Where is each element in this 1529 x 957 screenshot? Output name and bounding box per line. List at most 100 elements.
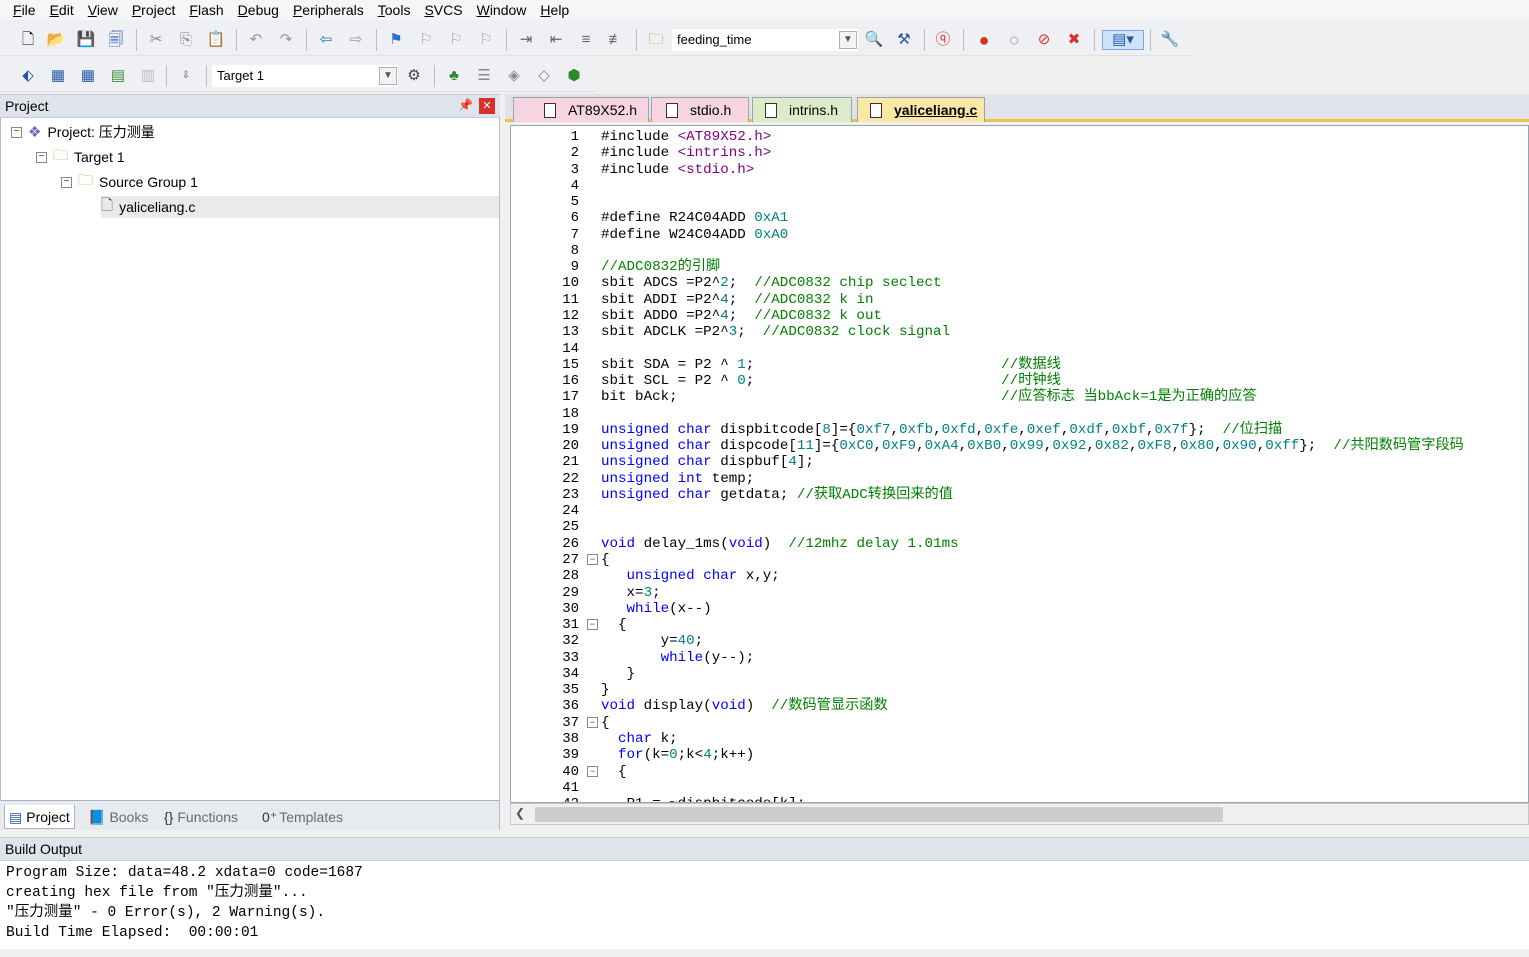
tab-intrins-h[interactable]: intrins.h bbox=[752, 97, 852, 122]
chevron-down-icon[interactable]: ▼ bbox=[379, 67, 397, 85]
window-layout-icon[interactable]: ▤▾ bbox=[1102, 30, 1144, 50]
code-line[interactable]: unsigned char getdata; //获取ADC转换回来的值 bbox=[601, 487, 953, 503]
tab-books[interactable]: 📘 Books bbox=[84, 805, 152, 829]
cut-icon[interactable]: ✂ bbox=[146, 30, 166, 50]
stop-build-icon[interactable]: ▥ bbox=[138, 66, 158, 86]
menu-item-project[interactable]: Project bbox=[125, 0, 183, 20]
menu-item-file[interactable]: File bbox=[6, 0, 43, 20]
rebuild-icon[interactable]: ▦ bbox=[78, 66, 98, 86]
code-line[interactable]: sbit ADDO =P2^4; //ADC0832 k out bbox=[601, 308, 882, 324]
scroll-left-icon[interactable]: ❮ bbox=[515, 806, 525, 820]
menu-item-view[interactable]: View bbox=[81, 0, 125, 20]
code-line[interactable]: { bbox=[601, 552, 610, 568]
bookmark-next-icon[interactable]: ⚐ bbox=[446, 30, 466, 50]
tree-node-target[interactable]: − 🗀 Target 1 bbox=[36, 146, 125, 168]
code-line[interactable]: while(x--) bbox=[601, 601, 712, 617]
collapse-icon[interactable]: − bbox=[36, 151, 47, 163]
breakpoint-icon[interactable]: ● bbox=[974, 30, 994, 50]
code-line[interactable]: sbit ADCS =P2^2; //ADC0832 chip seclect bbox=[601, 275, 942, 291]
target-options-icon[interactable]: ⚙ bbox=[404, 66, 424, 86]
collapse-icon[interactable]: − bbox=[11, 126, 22, 138]
pin-icon[interactable]: 📌 bbox=[458, 98, 473, 112]
menu-item-peripherals[interactable]: Peripherals bbox=[286, 0, 371, 20]
fold-toggle-icon[interactable]: − bbox=[587, 554, 598, 566]
unindent-icon[interactable]: ⇤ bbox=[546, 30, 566, 50]
chevron-down-icon[interactable]: ▼ bbox=[839, 31, 857, 49]
save-all-icon[interactable]: 🗐 bbox=[106, 30, 126, 50]
tree-node-source-group[interactable]: − 🗀 Source Group 1 bbox=[61, 171, 198, 193]
tab-stdio-h[interactable]: stdio.h bbox=[651, 97, 749, 122]
code-line[interactable]: unsigned int temp; bbox=[601, 471, 754, 487]
breakpoint-disable-icon[interactable]: ○ bbox=[1004, 30, 1024, 50]
redo-icon[interactable]: ↷ bbox=[276, 30, 296, 50]
code-line[interactable]: //ADC0832的引脚 bbox=[601, 259, 720, 275]
horizontal-scrollbar[interactable]: ❮ bbox=[510, 803, 1529, 825]
tab-functions[interactable]: {} Functions bbox=[160, 805, 242, 829]
code-line[interactable]: P1 = ~dispbitcode[k]; bbox=[601, 796, 806, 802]
save-icon[interactable]: 💾 bbox=[76, 30, 96, 50]
fold-toggle-icon[interactable]: − bbox=[587, 619, 598, 631]
comment-icon[interactable]: ≡ bbox=[576, 30, 596, 50]
code-line[interactable]: { bbox=[601, 764, 627, 780]
target-combo[interactable]: Target 1 ▼ bbox=[212, 65, 398, 87]
fold-toggle-icon[interactable]: − bbox=[587, 765, 598, 777]
code-line[interactable]: void delay_1ms(void) //12mhz delay 1.01m… bbox=[601, 536, 959, 552]
code-line[interactable]: } bbox=[601, 682, 610, 698]
close-icon[interactable]: ✕ bbox=[479, 98, 495, 114]
code-line[interactable]: #include <intrins.h> bbox=[601, 145, 771, 161]
code-line[interactable]: bit bAck; //应答标志 当bbAck=1是为正确的应答 bbox=[601, 389, 1257, 405]
code-line[interactable]: #include <stdio.h> bbox=[601, 162, 754, 178]
select-packs-icon[interactable]: ◈ bbox=[504, 66, 524, 86]
open-folder-icon[interactable]: 📂 bbox=[46, 30, 66, 50]
manage-components-icon[interactable]: ♣ bbox=[444, 66, 464, 86]
tab-yaliceliang-c[interactable]: yaliceliang.c bbox=[857, 97, 985, 122]
code-editor[interactable]: 1 2 3 4 5 6 7 8 9 10 11 12 13 14 15 16 17 18 19 20 21 22 23 24 2… bbox=[510, 125, 1529, 803]
code-line[interactable]: #include <AT89X52.h> bbox=[601, 129, 771, 145]
code-line[interactable]: #define W24C04ADD 0xA0 bbox=[601, 227, 788, 243]
code-line[interactable]: sbit ADDI =P2^4; //ADC0832 k in bbox=[601, 292, 873, 308]
menu-item-flash[interactable]: Flash bbox=[182, 0, 230, 20]
collapse-icon[interactable]: − bbox=[61, 176, 72, 188]
code-line[interactable]: unsigned char dispbuf[4]; bbox=[601, 454, 814, 470]
tree-node-file[interactable]: 🗋 yaliceliang.c bbox=[101, 196, 499, 218]
scrollbar-thumb[interactable] bbox=[535, 807, 1223, 822]
code-line[interactable]: sbit ADCLK =P2^3; //ADC0832 clock signal bbox=[601, 324, 950, 340]
tree-node-project[interactable]: − ❖ Project: 压力测量 bbox=[11, 121, 155, 143]
uncomment-icon[interactable]: ≢ bbox=[606, 30, 626, 50]
menu-item-svcs[interactable]: SVCS bbox=[417, 0, 469, 20]
configure-icon[interactable]: 🔧 bbox=[1160, 30, 1180, 50]
fold-toggle-icon[interactable]: − bbox=[587, 716, 598, 728]
build-icon[interactable]: ▦ bbox=[48, 66, 68, 86]
code-line[interactable]: sbit SCL = P2 ^ 0; //时钟线 bbox=[601, 373, 1061, 389]
tab-project[interactable]: ▤ Project bbox=[4, 805, 75, 829]
code-line[interactable]: sbit SDA = P2 ^ 1; //数据线 bbox=[601, 357, 1061, 373]
bookmark-prev-icon[interactable]: ⚐ bbox=[416, 30, 436, 50]
nav-forward-icon[interactable]: ⇨ bbox=[346, 30, 366, 50]
manage-run-time-icon[interactable]: ☰ bbox=[474, 66, 494, 86]
breakpoint-kill-icon[interactable]: ⊘ bbox=[1034, 30, 1054, 50]
pack-installer-icon[interactable]: ◇ bbox=[534, 66, 554, 86]
nav-back-icon[interactable]: ⇦ bbox=[316, 30, 336, 50]
code-line[interactable]: unsigned char dispcode[11]={0xC0,0xF9,0x… bbox=[601, 438, 1464, 454]
find-combo[interactable]: feeding_time ▼ bbox=[672, 29, 858, 51]
code-line[interactable]: #define R24C04ADD 0xA1 bbox=[601, 210, 788, 226]
bookmark-clear-icon[interactable]: ⚐ bbox=[476, 30, 496, 50]
code-line[interactable]: char k; bbox=[601, 731, 678, 747]
incremental-find-icon[interactable]: ⚒ bbox=[894, 30, 914, 50]
code-line[interactable]: { bbox=[601, 617, 627, 633]
menu-item-help[interactable]: Help bbox=[533, 0, 576, 20]
copy-icon[interactable]: ⎘ bbox=[176, 30, 196, 50]
batch-build-icon[interactable]: ▤ bbox=[108, 66, 128, 86]
indent-icon[interactable]: ⇥ bbox=[516, 30, 536, 50]
code-line[interactable]: void display(void) //数码管显示函数 bbox=[601, 698, 888, 714]
translate-icon[interactable]: ⬖ bbox=[18, 66, 38, 86]
menu-item-window[interactable]: Window bbox=[470, 0, 534, 20]
code-line[interactable]: unsigned char dispbitcode[8]={0xf7,0xfb,… bbox=[601, 422, 1282, 438]
debug-session-icon[interactable]: ⓠ bbox=[933, 30, 953, 50]
menu-item-debug[interactable]: Debug bbox=[231, 0, 286, 20]
code-area[interactable]: #include <AT89X52.h> #include <intrins.h>… bbox=[601, 126, 1528, 802]
tab-templates[interactable]: 0⁺ Templates bbox=[258, 805, 347, 829]
find-icon[interactable]: 🔍 bbox=[864, 30, 884, 50]
undo-icon[interactable]: ↶ bbox=[246, 30, 266, 50]
code-line[interactable]: } bbox=[601, 666, 636, 682]
